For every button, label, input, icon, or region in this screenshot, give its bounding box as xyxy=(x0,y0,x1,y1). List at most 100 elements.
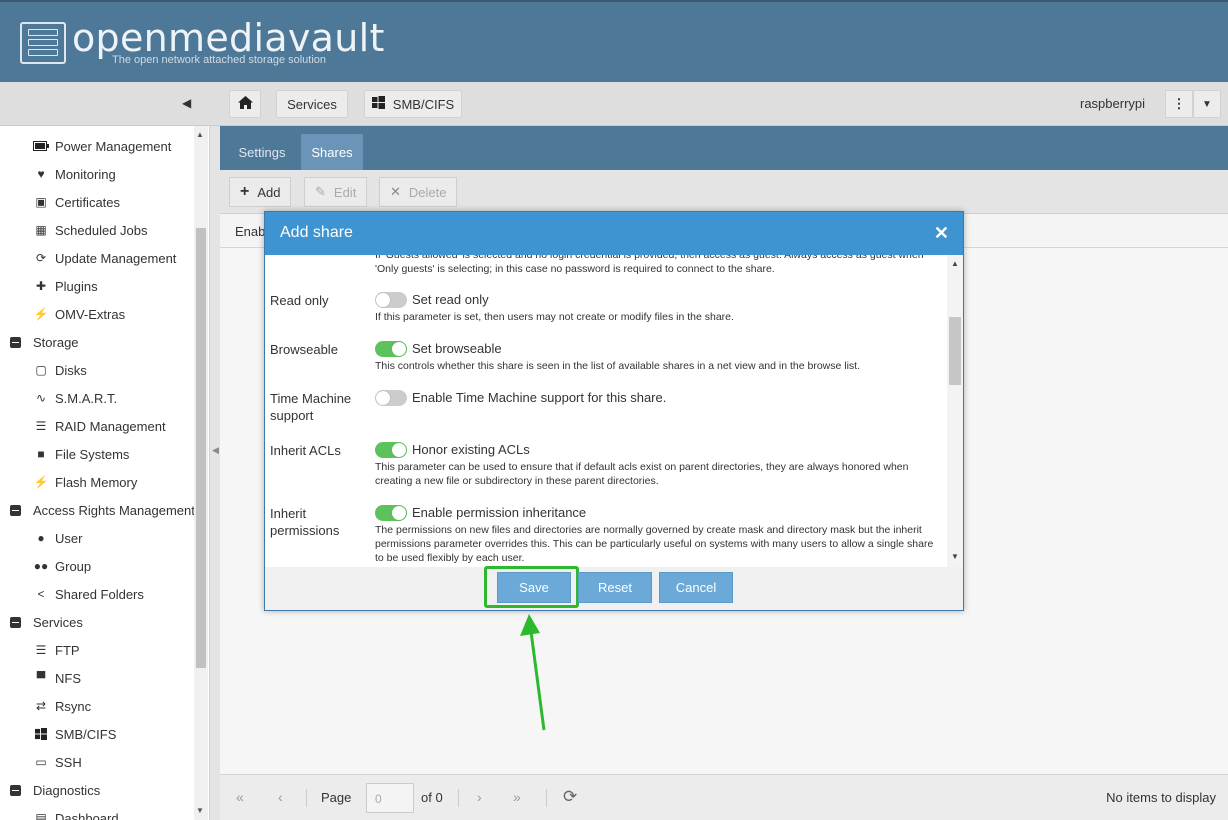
sidebar-item-group[interactable]: ●● Group xyxy=(33,552,209,580)
minus-square-icon[interactable] xyxy=(10,336,21,348)
time-machine-toggle-label[interactable]: Enable Time Machine support for this sha… xyxy=(412,390,666,405)
annotation-arrow-icon xyxy=(520,614,546,731)
reset-button[interactable]: Reset xyxy=(578,572,652,603)
browseable-toggle[interactable] xyxy=(375,341,407,357)
dashboard-icon: ▤ xyxy=(35,811,47,820)
sidebar-item-label: SSH xyxy=(55,754,82,770)
sidebar-item-smb-cifs[interactable]: SMB/CIFS xyxy=(33,720,209,748)
inherit-acls-toggle[interactable] xyxy=(375,442,407,458)
inherit-perms-toggle-label[interactable]: Enable permission inheritance xyxy=(412,505,586,520)
sidebar-splitter[interactable] xyxy=(210,126,220,820)
sidebar-item-rsync[interactable]: ⇄ Rsync xyxy=(33,692,209,720)
inherit-acls-toggle-label[interactable]: Honor existing ACLs xyxy=(412,442,530,457)
inherit-acls-label: Inherit ACLs xyxy=(270,443,341,458)
logo-icon xyxy=(20,22,66,64)
sidebar-item-shared-folders[interactable]: < Shared Folders xyxy=(33,580,209,608)
add-share-dialog: Add share ✕ If 'Guests allowed' is selec… xyxy=(264,211,964,611)
browseable-label: Browseable xyxy=(270,342,338,357)
sidebar-item-label: Storage xyxy=(33,334,79,350)
splitter-grip-icon[interactable]: ◀ xyxy=(212,445,219,456)
sidebar-item-plugins[interactable]: ✚ Plugins xyxy=(33,272,209,300)
pulse-icon: ∿ xyxy=(35,391,47,405)
tabs-bar: Settings Shares xyxy=(220,126,1228,170)
sidebar-item-label: Disks xyxy=(55,362,87,378)
cancel-button[interactable]: Cancel xyxy=(659,572,733,603)
battery-icon xyxy=(33,138,49,154)
more-menu-button[interactable]: ⋮ xyxy=(1165,90,1193,118)
sidebar-item-omv-extras[interactable]: ⚡ OMV-Extras xyxy=(33,300,209,328)
sidebar-item-monitoring[interactable]: ♥ Monitoring xyxy=(33,160,209,188)
username-label: raspberrypi xyxy=(1080,96,1146,111)
app-header: openmediavault The open network attached… xyxy=(0,0,1228,82)
breadcrumb-services[interactable]: Services xyxy=(276,90,348,118)
sidebar-item-nfs[interactable]: ▀ NFS xyxy=(33,664,209,692)
add-button[interactable]: + Add xyxy=(229,177,292,207)
sidebar-item-ftp[interactable]: ☰ FTP xyxy=(33,636,209,664)
sidebar-item-flash-memory[interactable]: ⚡ Flash Memory xyxy=(33,468,209,496)
user-dropdown-button[interactable]: ▼ xyxy=(1193,90,1221,118)
minus-square-icon[interactable] xyxy=(10,784,21,796)
sidebar-item-dashboard[interactable]: ▤ Dashboard xyxy=(33,804,209,820)
first-page-icon[interactable]: « xyxy=(236,789,244,805)
sidebar-item-services[interactable]: Services xyxy=(10,608,204,636)
tab-settings[interactable]: Settings xyxy=(228,134,296,170)
scroll-down-icon[interactable]: ▼ xyxy=(196,806,204,815)
read-only-toggle-label[interactable]: Set read only xyxy=(412,292,489,307)
read-only-toggle[interactable] xyxy=(375,292,407,308)
disk-icon: ▢ xyxy=(35,363,47,377)
breadcrumb-smb[interactable]: SMB/CIFS xyxy=(364,90,462,118)
sidebar-item-ssh[interactable]: ▭ SSH xyxy=(33,748,209,776)
refresh-icon[interactable]: ⟳ xyxy=(563,787,577,807)
sidebar-item-s-m-a-r-t[interactable]: ∿ S.M.A.R.T. xyxy=(33,384,209,412)
sidebar-item-disks[interactable]: ▢ Disks xyxy=(33,356,209,384)
breadcrumb-smb-label: SMB/CIFS xyxy=(392,96,455,112)
sidebar-item-diagnostics[interactable]: Diagnostics xyxy=(10,776,204,804)
scroll-up-icon[interactable]: ▲ xyxy=(196,130,204,139)
delete-label: Delete xyxy=(408,184,447,200)
sidebar-scrollbar-thumb[interactable] xyxy=(196,228,206,668)
sidebar-item-user[interactable]: ● User xyxy=(33,524,209,552)
browseable-toggle-label[interactable]: Set browseable xyxy=(412,341,502,356)
sidebar-item-scheduled-jobs[interactable]: ▦ Scheduled Jobs xyxy=(33,216,209,244)
read-only-label: Read only xyxy=(270,293,329,308)
close-icon[interactable]: ✕ xyxy=(934,223,949,244)
certificate-icon: ▣ xyxy=(35,195,47,209)
sidebar-item-label: NFS xyxy=(55,670,81,686)
tab-shares[interactable]: Shares xyxy=(301,134,363,170)
sidebar-item-label: Flash Memory xyxy=(55,474,138,490)
minus-square-icon[interactable] xyxy=(10,616,21,628)
home-button[interactable] xyxy=(229,90,261,118)
delete-button[interactable]: ✕ Delete xyxy=(379,177,458,207)
last-page-icon[interactable]: » xyxy=(513,789,521,805)
scroll-up-icon[interactable]: ▲ xyxy=(951,259,959,268)
sidebar-item-label: Group xyxy=(55,558,92,574)
time-machine-toggle[interactable] xyxy=(375,390,407,406)
sidebar-item-power-management[interactable]: Power Management xyxy=(33,132,209,160)
dialog-footer: Save Reset Cancel xyxy=(265,566,963,610)
save-button[interactable]: Save xyxy=(497,572,571,603)
sidebar-item-raid-management[interactable]: ☰ RAID Management xyxy=(33,412,209,440)
edit-button[interactable]: ✎ Edit xyxy=(304,177,368,207)
inherit-perms-toggle[interactable] xyxy=(375,505,407,521)
folders-icon: ■ xyxy=(37,447,45,461)
column-enabled[interactable]: Enab xyxy=(235,224,265,239)
sidebar-item-label: Dashboard xyxy=(55,810,119,820)
sidebar-item-storage[interactable]: Storage xyxy=(10,328,204,356)
scroll-down-icon[interactable]: ▼ xyxy=(951,552,959,561)
prev-page-icon[interactable]: ‹ xyxy=(278,789,283,805)
sidebar-item-certificates[interactable]: ▣ Certificates xyxy=(33,188,209,216)
sidebar-item-access-rights-management[interactable]: Access Rights Management xyxy=(10,496,204,524)
sidebar-item-file-systems[interactable]: ■ File Systems xyxy=(33,440,209,468)
next-page-icon[interactable]: › xyxy=(477,789,482,805)
sidebar-item-label: FTP xyxy=(55,642,80,658)
dialog-scrollbar-thumb[interactable] xyxy=(949,317,961,385)
sidebar-collapse-icon[interactable]: ◀ xyxy=(182,96,191,110)
time-machine-label-line2: support xyxy=(270,408,314,423)
page-input[interactable]: 0 xyxy=(366,783,414,813)
sidebar-item-label: Plugins xyxy=(55,278,98,294)
dialog-scrollbar[interactable] xyxy=(947,255,963,567)
sidebar-item-label: Services xyxy=(33,614,83,630)
kebab-icon: ⋮ xyxy=(1172,96,1186,111)
sidebar-item-update-management[interactable]: ⟳ Update Management xyxy=(33,244,209,272)
minus-square-icon[interactable] xyxy=(10,504,21,516)
